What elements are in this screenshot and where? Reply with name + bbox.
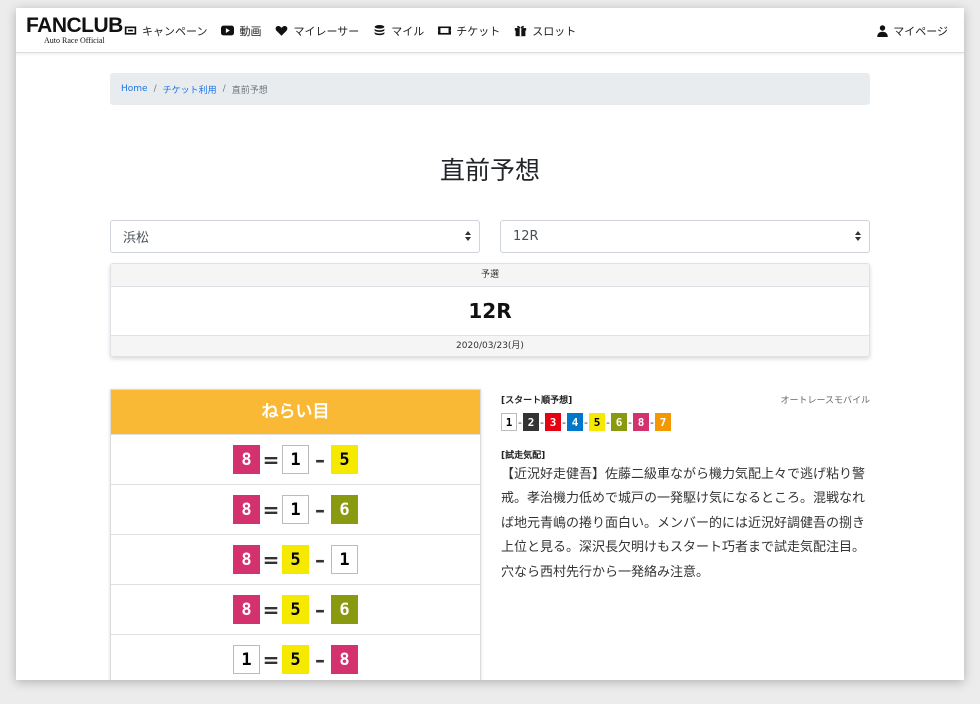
car-number-badge: 5 [282,645,309,674]
nav-item-video[interactable]: 動画 [221,23,261,39]
condition-title: [試走気配] [501,451,546,461]
race-date: 2020/03/23(月) [111,335,869,356]
start-order-badge: 1 [501,413,517,431]
car-number-badge: 1 [233,645,260,674]
pick-row: 8 = 5–6 [111,584,480,634]
car-number-badge: 5 [331,445,358,474]
mypage-link[interactable]: マイページ [877,8,948,53]
select-caret-icon [855,231,861,243]
pick-operator: = [262,597,280,622]
mypage-label: マイページ [893,24,948,38]
pick-row: 1 = 5–8 [111,634,480,680]
gift-icon [515,25,527,37]
pick-operator: = [262,497,280,522]
picks-title: ねらい目 [111,390,480,434]
select-caret-icon [465,231,471,243]
car-number-badge: 6 [331,495,358,524]
nav-item-myracer[interactable]: マイレーサー [275,23,359,39]
nav-item-ticket[interactable]: チケット [438,23,500,39]
source-label: オートレースモバイル [780,396,870,406]
start-order-badge: 7 [655,413,671,431]
breadcrumb-current: 直前予想 [231,85,268,96]
logo-subtitle: Auto Race Official [44,36,105,45]
logo-text: FANCLUB [26,14,123,37]
browser-page: FANCLUB Auto Race Official キャンペーン 動画 マイレ… [16,8,964,680]
start-order-badge: 5 [589,413,605,431]
race-grade: 予選 [111,264,869,287]
pick-row: 8 = 5–1 [111,534,480,584]
pick-operator: – [315,447,325,472]
venue-select-value: 浜松 [123,231,150,246]
nav-item-campaign[interactable]: キャンペーン [124,23,207,39]
pick-operator: = [262,647,280,672]
pick-row: 8 = 1–5 [111,434,480,484]
navbar: FANCLUB Auto Race Official キャンペーン 動画 マイレ… [16,8,964,53]
nav-item-label: マイレーサー [293,24,360,38]
car-number-badge: 8 [233,595,260,624]
ticket-icon [438,26,452,35]
nav-item-label: 動画 [239,24,262,38]
nav-item-label: スロット [532,24,577,38]
breadcrumb-separator: / [222,84,226,94]
start-order-badge: 3 [545,413,561,431]
venue-select[interactable]: 浜松 [110,220,480,253]
car-number-badge: 8 [233,545,260,574]
start-order-title: [スタート順予想] [501,396,573,406]
pick-row: 8 = 1–6 [111,484,480,534]
start-order-badge: 6 [611,413,627,431]
race-number: 12R [468,299,512,323]
car-number-badge: 1 [331,545,358,574]
car-number-badge: 5 [282,545,309,574]
start-order-list: 1-2-3-4-5-6-8-7 [501,413,671,431]
pick-operator: – [315,597,325,622]
video-play-icon [221,25,235,36]
breadcrumb-home[interactable]: Home [121,84,148,94]
race-select[interactable]: 12R [500,220,870,253]
nav-item-label: マイル [391,24,425,38]
start-order-badge: 2 [523,413,539,431]
nav-item-slot[interactable]: スロット [514,23,576,39]
coins-icon [374,25,385,36]
picks-list: 8 = 1–5 8 = 1–6 8 = 5–1 8 = 5–6 1 = 5–8 [111,434,480,680]
pick-operator: – [315,497,325,522]
nav-menu: キャンペーン 動画 マイレーサー マイル チケット スロット [124,8,590,53]
condition-text: 【近況好走健吾】佐藤二級車ながら機力気配上々で逃げ粘り警戒。孝治機力低めで城戸の… [501,467,866,580]
car-number-badge: 8 [233,495,260,524]
nav-item-label: チケット [456,24,501,38]
breadcrumb-separator: / [153,84,157,94]
ticket-card-icon [124,26,137,35]
page-title: 直前予想 [439,156,540,185]
pick-operator: – [315,547,325,572]
car-number-badge: 1 [282,445,309,474]
race-info-card: 予選 12R 2020/03/23(月) [110,263,870,357]
nav-item-mile[interactable]: マイル [373,23,424,39]
heart-icon [276,25,288,36]
pick-operator: = [262,547,280,572]
pick-operator: = [262,447,280,472]
picks-card: ねらい目 8 = 1–5 8 = 1–6 8 = 5–1 8 = 5–6 1 = 5–8 [110,389,481,680]
race-select-value: 12R [513,229,539,244]
nav-item-label: キャンペーン [142,24,208,38]
car-number-badge: 5 [282,595,309,624]
breadcrumb: Home / チケット利用 / 直前予想 [110,73,870,105]
car-number-badge: 8 [331,645,358,674]
start-order-badge: 8 [633,413,649,431]
breadcrumb-ticket[interactable]: チケット利用 [163,83,217,96]
pick-operator: – [315,647,325,672]
site-logo[interactable]: FANCLUB Auto Race Official [26,15,123,47]
car-number-badge: 8 [233,445,260,474]
start-order-badge: 4 [567,413,583,431]
user-icon [877,24,888,37]
car-number-badge: 6 [331,595,358,624]
car-number-badge: 1 [282,495,309,524]
